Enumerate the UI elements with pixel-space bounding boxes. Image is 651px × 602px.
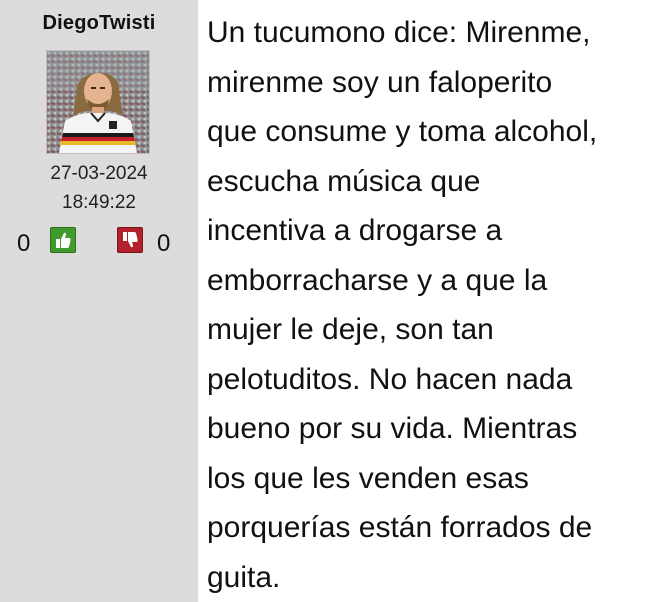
author-avatar[interactable] bbox=[46, 50, 150, 154]
author-panel: DiegoTwisti 27-03-2024 18:49:22 0 0 bbox=[0, 0, 198, 602]
thumbs-down-icon bbox=[123, 232, 138, 248]
post-time: 18:49:22 bbox=[62, 192, 136, 213]
post-date: 27-03-2024 bbox=[50, 163, 148, 184]
author-username[interactable]: DiegoTwisti bbox=[0, 12, 198, 35]
dislike-button[interactable] bbox=[117, 227, 143, 253]
dislikes-count: 0 bbox=[157, 230, 171, 257]
comment-body: Un tucumono dice: Mirenme, mirenme soy u… bbox=[198, 0, 651, 602]
avatar-image bbox=[47, 51, 149, 153]
like-button[interactable] bbox=[50, 227, 76, 253]
comment-post: DiegoTwisti 27-03-2024 18:49:22 0 0 Un t… bbox=[0, 0, 651, 602]
likes-count: 0 bbox=[17, 230, 31, 257]
thumbs-up-icon bbox=[56, 232, 71, 248]
comment-text: Un tucumono dice: Mirenme, mirenme soy u… bbox=[207, 16, 598, 594]
